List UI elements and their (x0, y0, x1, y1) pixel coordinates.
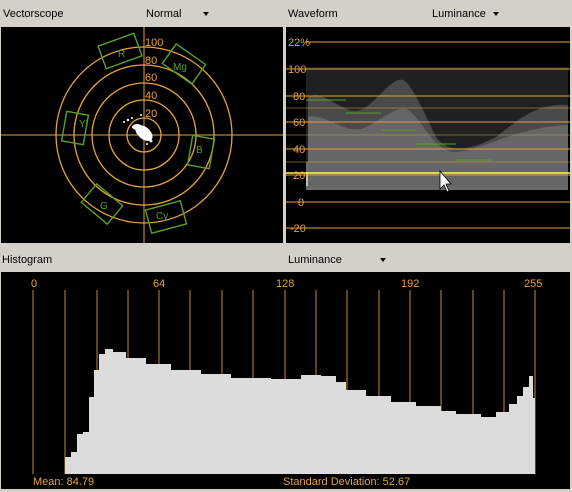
scale-label: 20 (293, 170, 305, 182)
scale-label: -20 (290, 223, 306, 235)
waveform-percent-readout: 22% (288, 37, 310, 49)
waveform-header: Waveform Luminance (286, 0, 572, 26)
ring-label: 40 (145, 90, 157, 102)
axis-label: 128 (276, 278, 294, 290)
waveform-graph: 22% 100 80 60 40 20 0 -20 (286, 37, 570, 235)
axis-label: 255 (524, 278, 542, 290)
chevron-down-icon[interactable] (380, 258, 386, 262)
waveform-title: Waveform (288, 8, 338, 20)
vectorscope-graph: 100 80 60 40 20 R Mg Yl B G Cy (1, 27, 283, 243)
vectorscope-title: Vectorscope (3, 8, 64, 20)
histogram-header: Histogram Luminance (0, 247, 572, 271)
chevron-down-icon[interactable] (493, 12, 499, 16)
ring-label: 60 (145, 72, 157, 84)
histogram-bars (65, 349, 535, 474)
histogram-mode-dropdown[interactable]: Luminance (288, 254, 342, 266)
ring-label: 20 (145, 108, 157, 120)
histogram-mean: Mean: 84.79 (33, 476, 94, 488)
histogram-stddev: Standard Deviation: 52.67 (283, 476, 410, 488)
scale-label: 80 (293, 91, 305, 103)
target-label-r: R (118, 49, 125, 60)
scale-label: 40 (293, 144, 305, 156)
target-label-mg: Mg (173, 62, 187, 73)
histogram-panel: 0 64 128 192 255 Mean: 84.79 Standard De… (1, 272, 570, 489)
vectorscope-header: Vectorscope Normal (0, 0, 283, 26)
histogram-title: Histogram (2, 254, 53, 266)
ring-label: 100 (145, 37, 163, 49)
target-label-b: B (196, 145, 203, 156)
waveform-panel: 22% 100 80 60 40 20 0 -20 (286, 27, 570, 243)
scale-label: 100 (288, 64, 306, 76)
scale-label: 0 (298, 197, 304, 209)
scale-label: 60 (293, 117, 305, 129)
histogram-graph: 0 64 128 192 255 Mean: 84.79 Standard De… (31, 278, 542, 488)
axis-label: 0 (31, 278, 37, 290)
waveform-trace (306, 67, 568, 190)
target-label-yl: Yl (79, 119, 88, 130)
vectorscope-panel: 100 80 60 40 20 R Mg Yl B G Cy (1, 27, 283, 243)
axis-label: 192 (401, 278, 419, 290)
ring-label: 80 (145, 55, 157, 67)
axis-label: 64 (153, 278, 165, 290)
chevron-down-icon[interactable] (203, 12, 209, 16)
target-label-g: G (100, 201, 108, 212)
waveform-mode-dropdown[interactable]: Luminance (432, 8, 486, 20)
vectorscope-mode-dropdown[interactable]: Normal (146, 8, 181, 20)
target-label-cy: Cy (156, 211, 168, 222)
